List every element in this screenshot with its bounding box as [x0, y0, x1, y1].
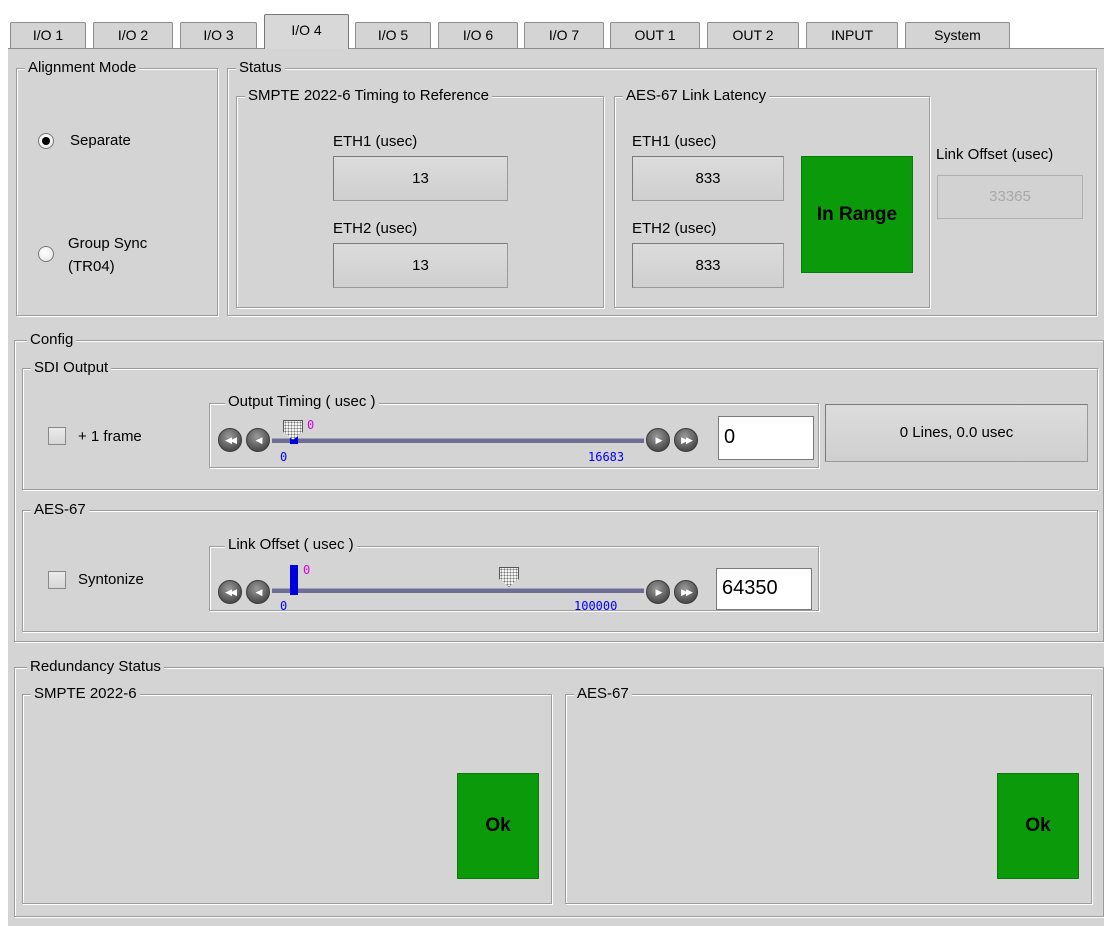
- aes-step-forward-icon[interactable]: ▶: [646, 580, 670, 604]
- tab-io-5[interactable]: I/O 5: [355, 22, 431, 48]
- link-offset-input[interactable]: 64350: [716, 568, 812, 610]
- smpte-eth2-value: 13: [333, 243, 508, 288]
- output-timing-input[interactable]: 0: [718, 416, 814, 460]
- sdi-step-forward-icon[interactable]: ▶: [646, 428, 670, 452]
- smpte-redundancy-ok: Ok: [457, 773, 539, 879]
- aes67-config-title: AES-67: [31, 500, 89, 520]
- aes67-redundancy-ok: Ok: [997, 773, 1079, 879]
- group-sync-radio[interactable]: [38, 246, 54, 262]
- aes-step-back-icon[interactable]: ◀: [246, 580, 270, 604]
- redundancy-aes67-title: AES-67: [574, 684, 632, 704]
- config-title: Config: [27, 330, 77, 350]
- tab-io-3[interactable]: I/O 3: [180, 22, 257, 48]
- aes-eth1-label: ETH1 (usec): [632, 133, 717, 150]
- group-sync-label: Group Sync: [68, 235, 148, 252]
- separate-label: Separate: [70, 132, 131, 149]
- smpte-eth2-label: ETH2 (usec): [333, 220, 418, 237]
- tab-system[interactable]: System: [905, 22, 1010, 48]
- smpte-eth1-label: ETH1 (usec): [333, 133, 418, 150]
- aes67-latency-title: AES-67 Link Latency: [623, 86, 770, 106]
- alignment-mode-group: Alignment Mode: [16, 58, 218, 316]
- aes-fast-forward-icon[interactable]: ▶▶: [674, 580, 698, 604]
- plus-one-frame-label: + 1 frame: [78, 428, 142, 445]
- link-offset-slider-title: Link Offset ( usec ): [225, 535, 357, 555]
- tab-io-2[interactable]: I/O 2: [93, 22, 173, 48]
- syntonize-label: Syntonize: [78, 571, 144, 588]
- sdi-slider-track[interactable]: [272, 438, 644, 443]
- aes-slider-marker: [290, 565, 298, 595]
- syntonize-checkbox[interactable]: [48, 571, 66, 589]
- sdi-fast-rewind-icon[interactable]: ◀◀: [218, 428, 242, 452]
- tab-out-1[interactable]: OUT 1: [610, 22, 700, 48]
- tab-io-6[interactable]: I/O 6: [438, 22, 518, 48]
- redundancy-status-title: Redundancy Status: [27, 657, 164, 677]
- aes-slider-min: 0: [280, 599, 288, 613]
- sdi-fast-forward-icon[interactable]: ▶▶: [674, 428, 698, 452]
- aes-marker-value: 0: [303, 563, 311, 577]
- aes-eth2-label: ETH2 (usec): [632, 220, 717, 237]
- smpte-timing-title: SMPTE 2022-6 Timing to Reference: [245, 86, 492, 106]
- sdi-slider-min: 0: [280, 450, 288, 464]
- sdi-step-back-icon[interactable]: ◀: [246, 428, 270, 452]
- redundancy-smpte-title: SMPTE 2022-6: [31, 684, 140, 704]
- output-timing-readout: 0 Lines, 0.0 usec: [825, 404, 1088, 462]
- link-offset-label: Link Offset (usec): [936, 146, 1054, 163]
- tr04-label: (TR04): [68, 258, 115, 275]
- tab-io-7[interactable]: I/O 7: [524, 22, 604, 48]
- aes-slider-max: 100000: [574, 599, 618, 613]
- tab-io-1[interactable]: I/O 1: [10, 22, 86, 48]
- aes-eth1-value: 833: [632, 156, 784, 201]
- sdi-marker-value: 0: [307, 418, 315, 432]
- aes-eth2-value: 833: [632, 243, 784, 288]
- tab-io-4[interactable]: I/O 4: [264, 14, 349, 49]
- tab-out-2[interactable]: OUT 2: [707, 22, 799, 48]
- tab-input[interactable]: INPUT: [806, 22, 898, 48]
- plus-one-frame-checkbox[interactable]: [48, 427, 66, 445]
- output-timing-title: Output Timing ( usec ): [225, 392, 379, 412]
- sdi-slider-max: 16683: [588, 450, 625, 464]
- radio-selected-dot: [42, 137, 50, 145]
- link-offset-value: 33365: [937, 175, 1083, 219]
- separate-radio[interactable]: [38, 133, 54, 149]
- latency-in-range-indicator: In Range: [801, 156, 913, 273]
- aes-slider-track[interactable]: [272, 588, 644, 593]
- alignment-mode-title: Alignment Mode: [25, 58, 140, 78]
- aes-fast-rewind-icon[interactable]: ◀◀: [218, 580, 242, 604]
- status-title: Status: [236, 58, 285, 78]
- smpte-eth1-value: 13: [333, 156, 508, 201]
- sdi-output-title: SDI Output: [31, 358, 112, 378]
